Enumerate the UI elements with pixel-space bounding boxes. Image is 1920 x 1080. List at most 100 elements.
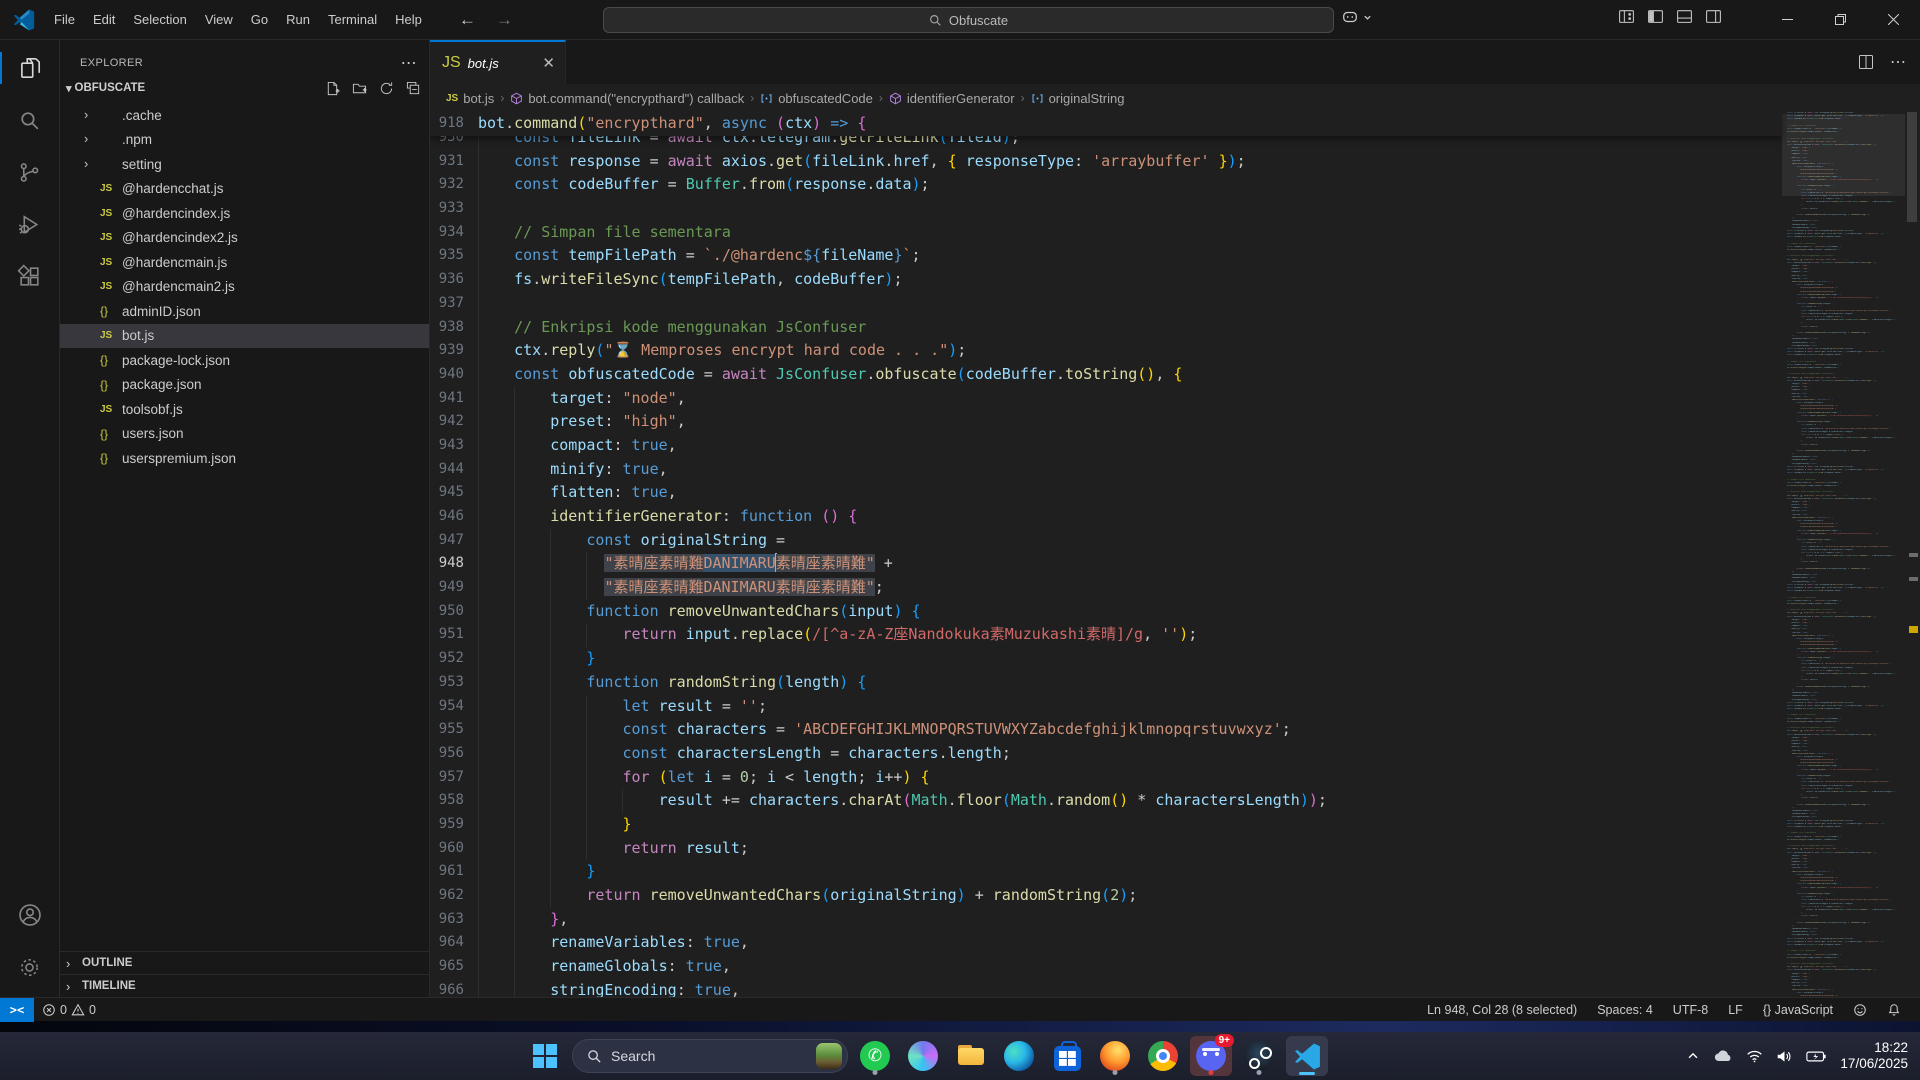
status-language[interactable]: {} JavaScript [1754,998,1842,1022]
menu-view[interactable]: View [196,7,242,33]
file-item-package-lock.json[interactable]: {}package-lock.json [60,348,429,373]
code-line-939[interactable]: 939 ctx.reply("⌛ Memproses encrypt hard … [430,339,1782,363]
file-item-@hardencmain.js[interactable]: JS@hardencmain.js [60,250,429,275]
code-line-966[interactable]: 966 stringEncoding: true, [430,979,1782,997]
code-line-952[interactable]: 952 } [430,647,1782,671]
code-line-951[interactable]: 951 return input.replace(/[^a-zA-Z座Nando… [430,623,1782,647]
clock[interactable]: 18:22 17/06/2025 [1840,1040,1908,1072]
code-line-959[interactable]: 959 } [430,813,1782,837]
tab-close-icon[interactable]: ✕ [542,54,555,72]
new-folder-icon[interactable] [352,81,367,96]
menu-help[interactable]: Help [386,7,431,33]
file-item-userspremium.json[interactable]: {}userspremium.json [60,446,429,471]
code-editor[interactable]: 930 const fileLink = await ctx.telegram.… [430,112,1920,997]
code-line-954[interactable]: 954 let result = ''; [430,695,1782,719]
status-encoding[interactable]: UTF-8 [1664,998,1717,1022]
menu-run[interactable]: Run [277,7,319,33]
file-item-.cache[interactable]: ›.cache [60,103,429,128]
code-line-961[interactable]: 961 } [430,860,1782,884]
code-line-963[interactable]: 963 }, [430,908,1782,932]
code-line-960[interactable]: 960 return result; [430,837,1782,861]
activity-explorer[interactable] [0,44,60,92]
panel-outline[interactable]: ›OUTLINE [60,951,429,974]
battery-icon[interactable] [1806,1050,1827,1063]
code-line-934[interactable]: 934 // Simpan file sementara [430,221,1782,245]
start-button[interactable] [524,1036,566,1076]
toggle-sidebar-icon[interactable] [1647,8,1664,25]
file-item-users.json[interactable]: {}users.json [60,422,429,447]
file-item-@hardencindex2.js[interactable]: JS@hardencindex2.js [60,226,429,251]
code-line-942[interactable]: 942 preset: "high", [430,410,1782,434]
panel-timeline[interactable]: ›TIMELINE [60,974,429,997]
code-line-964[interactable]: 964 renameVariables: true, [430,931,1782,955]
status-cursor-position[interactable]: Ln 948, Col 28 (8 selected) [1418,998,1586,1022]
menu-go[interactable]: Go [242,7,277,33]
taskbar-firefox[interactable] [1094,1036,1136,1076]
code-line-935[interactable]: 935 const tempFilePath = `./@hardenc${fi… [430,244,1782,268]
forward-arrow-icon[interactable]: → [496,10,513,30]
back-arrow-icon[interactable]: ← [459,10,476,30]
code-line-957[interactable]: 957 for (let i = 0; i < length; i++) { [430,766,1782,790]
collapse-all-icon[interactable] [406,81,421,96]
refresh-icon[interactable] [379,81,394,96]
code-line-941[interactable]: 941 target: "node", [430,387,1782,411]
activity-run-debug[interactable] [0,200,60,248]
onedrive-icon[interactable] [1713,1049,1733,1063]
code-line-947[interactable]: 947 const originalString = [430,529,1782,553]
code-line-933[interactable]: 933 [430,197,1782,221]
taskbar-explorer[interactable] [950,1036,992,1076]
code-line-940[interactable]: 940 const obfuscatedCode = await JsConfu… [430,363,1782,387]
taskbar-copilot[interactable] [902,1036,944,1076]
toggle-secondary-sidebar-icon[interactable] [1705,8,1722,25]
menu-file[interactable]: File [45,7,84,33]
taskbar-edge[interactable] [998,1036,1040,1076]
code-line-956[interactable]: 956 const charactersLength = characters.… [430,742,1782,766]
breadcrumb-item-2[interactable]: obfuscatedCode [760,91,873,106]
activity-search[interactable] [0,96,60,144]
code-line-936[interactable]: 936 fs.writeFileSync(tempFilePath, codeB… [430,268,1782,292]
status-indentation[interactable]: Spaces: 4 [1588,998,1662,1022]
code-line-950[interactable]: 950 function removeUnwantedChars(input) … [430,600,1782,624]
code-line-938[interactable]: 938 // Enkripsi kode menggunakan JsConfu… [430,316,1782,340]
taskbar-discord[interactable]: 9+ [1190,1036,1232,1076]
notifications-bell-icon[interactable] [1878,998,1910,1022]
split-editor-icon[interactable] [1858,54,1874,70]
tab-botjs[interactable]: JS bot.js ✕ [430,40,566,84]
code-line-965[interactable]: 965 renameGlobals: true, [430,955,1782,979]
taskbar-whatsapp[interactable]: ✆ [854,1036,896,1076]
workspace-section[interactable]: ▾ OBFUSCATE [60,75,429,101]
explorer-more-icon[interactable]: ⋯ [401,53,417,73]
customize-layout-icon[interactable] [1618,8,1635,25]
code-line-943[interactable]: 943 compact: true, [430,434,1782,458]
new-file-icon[interactable] [325,81,340,96]
file-item-@hardencindex.js[interactable]: JS@hardencindex.js [60,201,429,226]
code-line-949[interactable]: 949 "素晴座素晴難DANIMARU素晴座素晴難"; [430,576,1782,600]
close-button[interactable] [1867,0,1920,39]
code-line-958[interactable]: 958 result += characters.charAt(Math.flo… [430,789,1782,813]
remote-indicator[interactable]: >< [0,998,34,1022]
activity-extensions[interactable] [0,252,60,300]
code-line-937[interactable]: 937 [430,292,1782,316]
minimap-slider[interactable] [1782,114,1905,196]
file-item-setting[interactable]: ›setting [60,152,429,177]
breadcrumb-item-3[interactable]: identifierGenerator [889,91,1015,106]
volume-icon[interactable] [1776,1049,1793,1064]
activity-source-control[interactable] [0,148,60,196]
problems-status[interactable]: 0 0 [42,1003,96,1017]
breadcrumb-item-4[interactable]: originalString [1031,91,1125,106]
code-line-944[interactable]: 944 minify: true, [430,458,1782,482]
restore-button[interactable] [1814,0,1867,39]
minimize-button[interactable] [1761,0,1814,39]
menu-selection[interactable]: Selection [124,7,195,33]
command-center[interactable]: Obfuscate [603,7,1334,33]
code-line-962[interactable]: 962 return removeUnwantedChars(originalS… [430,884,1782,908]
scrollbar-thumb[interactable] [1907,112,1917,222]
taskbar-vscode[interactable] [1286,1036,1328,1076]
feedback-smiley-icon[interactable] [1844,998,1876,1022]
tray-chevron-icon[interactable] [1686,1049,1700,1063]
code-line-931[interactable]: 931 const response = await axios.get(fil… [430,150,1782,174]
file-item-toolsobf.js[interactable]: JStoolsobf.js [60,397,429,422]
menu-terminal[interactable]: Terminal [319,7,386,33]
file-item-package.json[interactable]: {}package.json [60,373,429,398]
status-eol[interactable]: LF [1719,998,1752,1022]
